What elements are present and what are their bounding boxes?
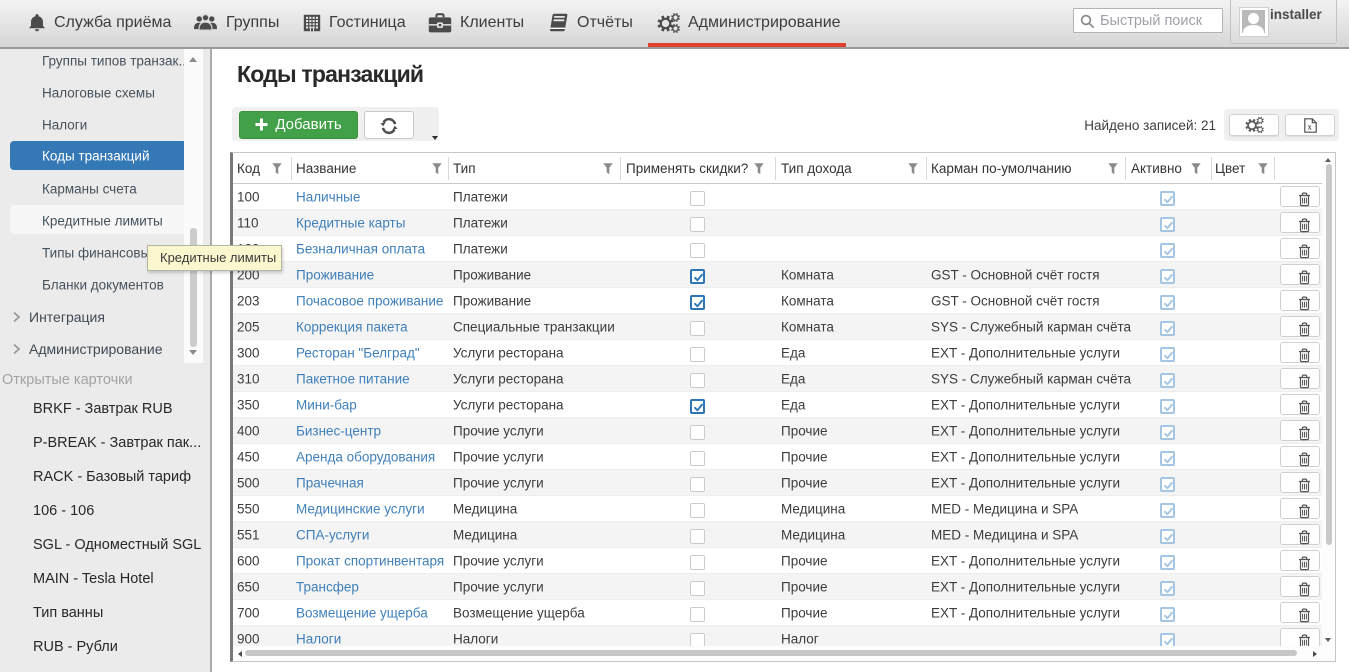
svg-text:x: x: [1307, 122, 1311, 131]
